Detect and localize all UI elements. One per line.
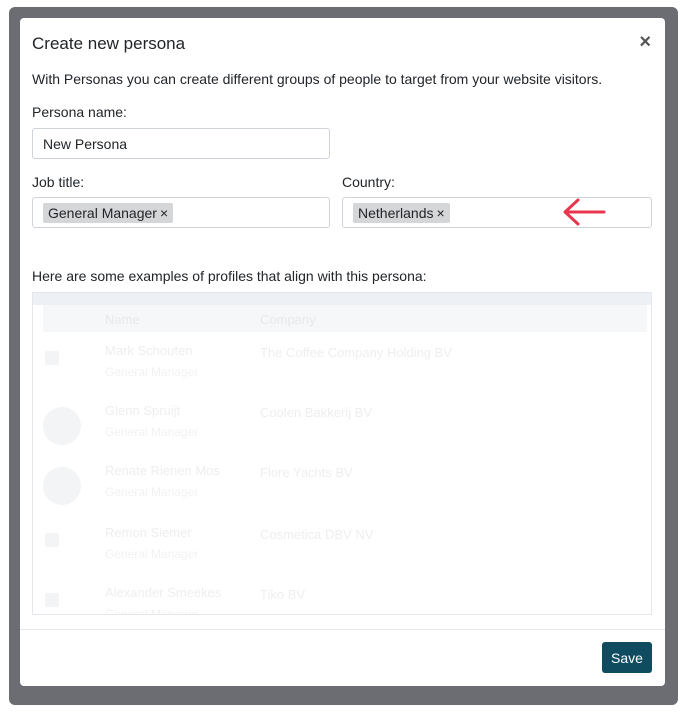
country-label: Country: [342,174,395,190]
table-header: Name Company [43,305,647,332]
profile-name: Glenn Spruijt [105,403,181,418]
avatar [43,467,81,505]
footer-divider [20,629,665,630]
profile-company: Coolen Bakkerij BV [260,405,372,420]
table-row: Mark Schouten General Manager The Coffee… [33,337,651,397]
persona-name-label: Persona name: [32,104,127,120]
profile-role: General Manager [105,485,199,499]
profile-role: General Manager [105,547,199,561]
profile-company: Flore Yachts BV [260,465,353,480]
profile-role: General Manager [105,425,199,439]
profile-name: Alexander Smeekes [105,585,222,600]
dialog-title: Create new persona [32,34,186,53]
examples-heading: Here are some examples of profiles that … [32,268,427,284]
avatar [45,351,59,365]
create-persona-dialog: Create new persona × With Personas you c… [20,18,665,686]
profile-name: Mark Schouten [105,343,193,358]
avatar [43,407,81,445]
dialog-description: With Personas you can create different g… [32,71,603,87]
persona-name-field-wrapper [32,128,330,159]
example-profiles-table: Name Company Mark Schouten General Manag… [32,292,652,615]
left-arrow-icon [563,198,606,226]
remove-tag-icon[interactable]: × [160,205,168,221]
job-title-tag: General Manager × [43,203,174,223]
profile-name: Remon Siemer [105,525,192,540]
table-row: Alexander Smeekes General Manager Tiko B… [33,579,651,615]
avatar [45,533,59,547]
close-icon[interactable]: × [639,32,651,52]
profile-company: Cosmetica DBV NV [260,527,374,542]
table-row: Glenn Spruijt General Manager Coolen Bak… [33,397,651,457]
remove-tag-icon[interactable]: × [437,205,445,221]
column-header-name: Name [105,312,140,327]
job-title-label: Job title: [32,174,85,190]
avatar [45,593,59,607]
column-header-company: Company [260,312,316,327]
save-button[interactable]: Save [602,642,652,673]
table-top-bar [33,293,651,305]
persona-name-input[interactable] [33,129,329,158]
profile-role: General Manager [105,365,199,379]
profile-company: The Coffee Company Holding BV [260,345,452,360]
job-title-select[interactable]: General Manager × [32,197,330,228]
profile-name: Renate Rienen Mos [105,463,220,478]
country-tag-label: Netherlands [358,205,434,221]
table-row: Remon Siemer General Manager Cosmetica D… [33,519,651,579]
table-row: Renate Rienen Mos General Manager Flore … [33,457,651,517]
country-tag: Netherlands × [353,203,450,223]
profile-company: Tiko BV [260,587,306,602]
job-title-tag-label: General Manager [48,205,157,221]
profile-role: General Manager [105,607,199,615]
